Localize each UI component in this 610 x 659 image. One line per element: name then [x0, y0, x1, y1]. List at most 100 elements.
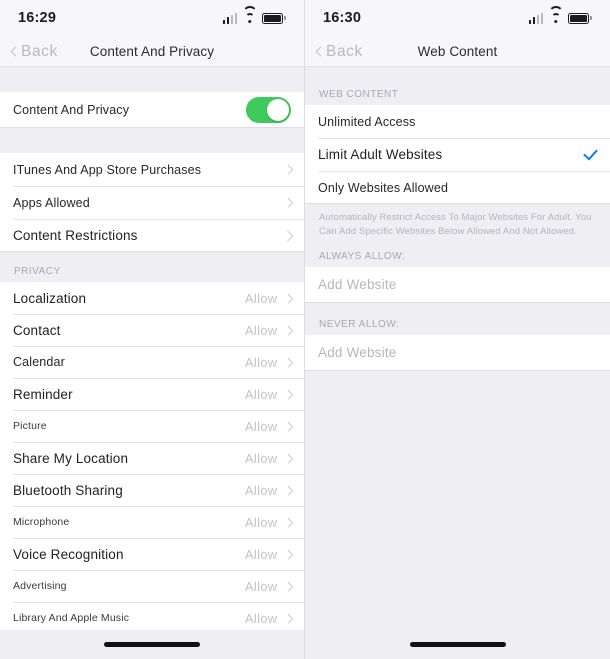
privacy-section: Localization Allow Contact Allow Calenda…: [0, 282, 304, 630]
row-microphone[interactable]: Microphone Allow: [0, 506, 304, 538]
row-label: Unlimited Access: [318, 114, 416, 129]
row-itunes-app-store-purchases[interactable]: ITunes And App Store Purchases: [0, 153, 304, 186]
row-bluetooth-sharing[interactable]: Bluetooth Sharing Allow: [0, 474, 304, 506]
privacy-section-header: PRIVACY: [0, 252, 304, 282]
chevron-right-icon: [283, 581, 293, 591]
home-indicator[interactable]: [409, 642, 506, 647]
row-label: Microphone: [13, 516, 70, 528]
right-content: WEB CONTENT Unlimited Access Limit Adult…: [305, 67, 610, 630]
right-phone-screen: 16:30 Back Web Content WEB CONTENT Unlim…: [305, 0, 610, 659]
nav-bar-left: Back Content And Privacy: [0, 36, 304, 67]
row-accessory: Allow: [244, 290, 293, 306]
never-allow-section-header: NEVER ALLOW:: [305, 302, 610, 335]
chevron-left-icon: [315, 46, 326, 57]
chevron-right-icon: [283, 389, 293, 399]
never-allow-add-website-button[interactable]: Add Website: [305, 334, 610, 371]
row-label: Limit Adult Websites: [318, 147, 443, 162]
always-allow-add-website-button[interactable]: Add Website: [305, 266, 610, 303]
checkmark-icon: [583, 145, 598, 161]
row-accessory: [281, 230, 293, 241]
left-content: Content And Privacy ITunes And App Store…: [0, 67, 304, 630]
status-bar-right: 16:30: [305, 0, 610, 36]
home-indicator-area-left: [0, 630, 304, 659]
spacer: [0, 128, 304, 153]
content-privacy-toggle-section: Content And Privacy: [0, 92, 304, 128]
row-value: Allow: [244, 450, 278, 466]
row-accessory: Allow: [244, 578, 293, 594]
row-accessory: Allow: [245, 355, 293, 370]
option-only-websites-allowed[interactable]: Only Websites Allowed: [305, 171, 610, 204]
row-value: Allow: [244, 290, 278, 306]
row-value: Allow: [244, 418, 278, 434]
never-allow-section: Add Website: [305, 334, 610, 371]
battery-icon: [262, 12, 286, 24]
always-allow-section-header: ALWAYS ALLOW:: [305, 248, 610, 267]
wifi-icon: [548, 5, 563, 24]
chevron-right-icon: [283, 517, 293, 527]
row-share-my-location[interactable]: Share My Location Allow: [0, 442, 304, 474]
row-calendar[interactable]: Calendar Allow: [0, 346, 304, 378]
row-label: Content Restrictions: [13, 228, 138, 243]
status-time: 16:30: [323, 10, 362, 26]
row-accessory: Allow: [245, 515, 293, 530]
row-localization[interactable]: Localization Allow: [0, 282, 304, 314]
option-limit-adult-websites[interactable]: Limit Adult Websites: [305, 138, 610, 171]
web-content-section-header: WEB CONTENT: [305, 67, 610, 105]
row-accessory: Allow: [245, 547, 293, 562]
chevron-right-icon: [283, 357, 293, 367]
row-voice-recognition[interactable]: Voice Recognition Allow: [0, 538, 304, 570]
row-accessory: Allow: [245, 323, 293, 338]
web-content-options-section: Unlimited Access Limit Adult Websites On…: [305, 105, 610, 204]
chevron-right-icon: [281, 230, 293, 241]
row-content-and-privacy-toggle[interactable]: Content And Privacy: [0, 92, 304, 128]
row-accessory: [283, 197, 293, 208]
status-icons: [222, 5, 286, 24]
add-website-label: Add Website: [318, 345, 397, 361]
status-time: 16:29: [18, 10, 57, 26]
back-button[interactable]: Back: [10, 43, 58, 61]
row-apps-allowed[interactable]: Apps Allowed: [0, 186, 304, 219]
home-indicator-area-right: [305, 630, 610, 659]
home-indicator[interactable]: [104, 642, 200, 647]
row-label: Calendar: [13, 355, 65, 369]
chevron-right-icon: [283, 164, 293, 175]
chevron-right-icon: [283, 421, 293, 431]
content-privacy-switch[interactable]: [246, 97, 291, 123]
row-picture[interactable]: Picture Allow: [0, 410, 304, 442]
left-phone-screen: 16:29 Back Content And Privacy Content A…: [0, 0, 305, 659]
row-label: Library And Apple Music: [13, 612, 130, 624]
row-contact[interactable]: Contact Allow: [0, 314, 304, 346]
option-unlimited-access[interactable]: Unlimited Access: [305, 105, 610, 138]
row-reminder[interactable]: Reminder Allow: [0, 378, 304, 410]
web-content-footer-note: Automatically Restrict Access To Major W…: [305, 204, 610, 249]
row-accessory: [246, 97, 291, 123]
row-value: Allow: [244, 578, 278, 594]
row-label: Reminder: [13, 386, 73, 402]
chevron-left-icon: [10, 46, 21, 57]
row-accessory: Allow: [244, 482, 293, 498]
always-allow-section: Add Website: [305, 266, 610, 303]
row-accessory: Allow: [244, 610, 293, 626]
row-label: Share My Location: [13, 450, 129, 466]
chevron-right-icon: [283, 453, 293, 463]
chevron-right-icon: [283, 613, 293, 623]
cellular-signal-icon: [222, 12, 237, 24]
row-label: Localization: [13, 290, 87, 306]
battery-icon: [568, 12, 592, 24]
wifi-icon: [242, 5, 257, 24]
row-label: Contact: [13, 322, 61, 338]
row-value: Allow: [244, 482, 278, 498]
row-advertising[interactable]: Advertising Allow: [0, 570, 304, 602]
back-button[interactable]: Back: [315, 42, 363, 61]
row-value: Allow: [244, 610, 278, 626]
back-button-label: Back: [326, 42, 363, 60]
switch-knob: [267, 99, 289, 121]
cellular-signal-icon: [528, 12, 543, 24]
status-bar-left: 16:29: [0, 0, 304, 36]
restrictions-menu-section: ITunes And App Store Purchases Apps Allo…: [0, 153, 304, 252]
row-label: ITunes And App Store Purchases: [13, 162, 202, 177]
row-accessory: [283, 164, 293, 175]
row-content-restrictions[interactable]: Content Restrictions: [0, 219, 304, 252]
row-label: Voice Recognition: [13, 546, 124, 562]
row-library-and-apple-music[interactable]: Library And Apple Music Allow: [0, 602, 304, 630]
